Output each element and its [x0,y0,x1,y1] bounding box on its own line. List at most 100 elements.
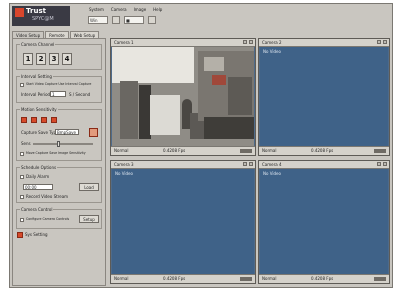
interval-unit-label: S / Second [69,92,91,97]
sensitivity-label: Sens [21,141,31,146]
logo-subtext: SPYC@M [32,16,54,22]
capture-type-select[interactable]: BmpSave [55,129,79,135]
motion-icon-4[interactable] [51,117,57,123]
window-statusbar: Normal 0.4208 Fps [259,146,389,155]
status-control-icon[interactable] [240,277,252,281]
window-title: Camera 4 [262,162,282,167]
close-icon[interactable] [249,40,253,44]
schedule-section: Schedule Options Daily Alarm 00:00 Load … [16,165,102,203]
maximize-icon[interactable] [243,162,247,166]
camera-control-checkbox[interactable] [20,218,24,222]
menu-help[interactable]: Help [152,7,163,15]
motion-icon-2[interactable] [31,117,37,123]
scene-monitor [204,57,224,71]
status-fps: 0.4208 Fps [311,276,334,281]
load-button[interactable]: Load [79,183,99,191]
section-title: Interval Setting [20,74,53,79]
interval-label: Interval Period [21,92,51,97]
scene-window-light [112,47,194,83]
capture-type-label: Capture Save Type [21,130,59,135]
close-icon[interactable] [383,162,387,166]
toolbar-dropdown-icon-2[interactable] [148,16,156,24]
menu-camera[interactable]: Camera [110,7,128,15]
menu-image[interactable]: Image [133,7,148,15]
window-titlebar: Camera 2 [259,39,389,47]
camera-window-2[interactable]: Camera 2 No Video Normal 0.4208 Fps [258,38,390,156]
window-subtitle: No Video [115,171,133,176]
close-icon[interactable] [249,162,253,166]
sys-setting-icon[interactable] [17,232,23,238]
status-fps: 0.4208 Fps [163,148,186,153]
camera-1-button[interactable]: 1 [23,53,33,65]
status-mode: Normal [114,276,129,281]
toolbar: Win ■ [88,16,156,26]
sensitivity-slider-thumb[interactable] [57,141,60,147]
status-mode: Normal [262,148,277,153]
status-fps: 0.4208 Fps [311,148,334,153]
camera-channel-section: Camera Channel 1 2 3 4 [16,42,102,70]
video-feed: No Video [112,169,254,274]
camera-3-button[interactable]: 3 [49,53,59,65]
daily-alarm-label: Daily Alarm [26,174,50,179]
scene-red-object [212,75,226,85]
status-fps: 0.4208 Fps [163,276,186,281]
camera-control-section: Camera Control Configure Camera Controls… [16,207,102,229]
scene-floor-dark [204,117,254,139]
window-subtitle: No Video [263,171,281,176]
camera-window-1[interactable]: Camera 1 Normal 0.4208 Fps [110,38,256,156]
interval-checkbox-label: Start Video Capture Use Interval Capture [26,82,92,86]
trust-logo: Trust SPYC@M [12,6,70,26]
status-control-icon[interactable] [374,149,386,153]
camera-window-4[interactable]: Camera 4 No Video Normal 0.4208 Fps [258,160,390,284]
maximize-icon[interactable] [377,162,381,166]
menu-system[interactable]: System [88,7,105,15]
section-title: Motion Sensitivity [20,107,58,112]
motion-section: Motion Sensitivity Capture Save Type Bmp… [16,107,102,161]
window-statusbar: Normal 0.4208 Fps [111,274,255,283]
camera-control-label: Configure Camera Controls [26,217,70,221]
window-title: Camera 2 [262,40,282,45]
motion-icon-1[interactable] [21,117,27,123]
interval-checkbox[interactable] [20,83,24,87]
maximize-icon[interactable] [243,40,247,44]
interval-input[interactable]: 1 [50,91,66,97]
window-titlebar: Camera 3 [111,161,255,169]
section-title: Camera Control [20,207,54,212]
toolbar-dropdown-icon[interactable] [112,16,120,24]
motion-icon-3[interactable] [41,117,47,123]
scene-equipment [228,77,252,115]
status-control-icon[interactable] [374,277,386,281]
scene-door [120,81,138,139]
section-title: Camera Channel [20,42,56,47]
app-window: Trust SPYC@M System Camera Image Help Wi… [9,3,393,288]
sys-setting-label[interactable]: Sys Setting [25,232,48,237]
record-stream-checkbox[interactable] [20,195,24,199]
window-title: Camera 1 [114,40,134,45]
toolbar-select-1[interactable]: Win [88,16,108,24]
camera-window-3[interactable]: Camera 3 No Video Normal 0.4208 Fps [110,160,256,284]
close-icon[interactable] [383,40,387,44]
record-stream-label: Record Video Stream [26,194,69,199]
status-control-icon[interactable] [240,149,252,153]
scene-chair [150,95,180,135]
logo-mark-icon [15,8,24,17]
window-statusbar: Normal 0.4208 Fps [111,146,255,155]
toolbar-select-2[interactable]: ■ [124,16,144,24]
settings-panel: Camera Channel 1 2 3 4 Interval Setting … [12,38,106,286]
window-title: Camera 3 [114,162,134,167]
camera-2-button[interactable]: 2 [36,53,46,65]
window-titlebar: Camera 1 [111,39,255,47]
sensitivity-slider[interactable] [33,143,93,145]
logo-text: Trust [26,7,46,15]
camera-4-button[interactable]: 4 [62,53,72,65]
video-feed: No Video [260,47,388,146]
daily-alarm-checkbox[interactable] [20,175,24,179]
alarm-time-input[interactable]: 00:00 [23,184,53,190]
window-statusbar: Normal 0.4208 Fps [259,274,389,283]
menu-bar: System Camera Image Help [88,7,163,15]
video-feed [112,47,254,146]
setup-button[interactable]: Setup [79,215,99,223]
maximize-icon[interactable] [377,40,381,44]
capture-color-icon[interactable] [89,128,98,137]
move-capture-checkbox[interactable] [20,152,24,156]
